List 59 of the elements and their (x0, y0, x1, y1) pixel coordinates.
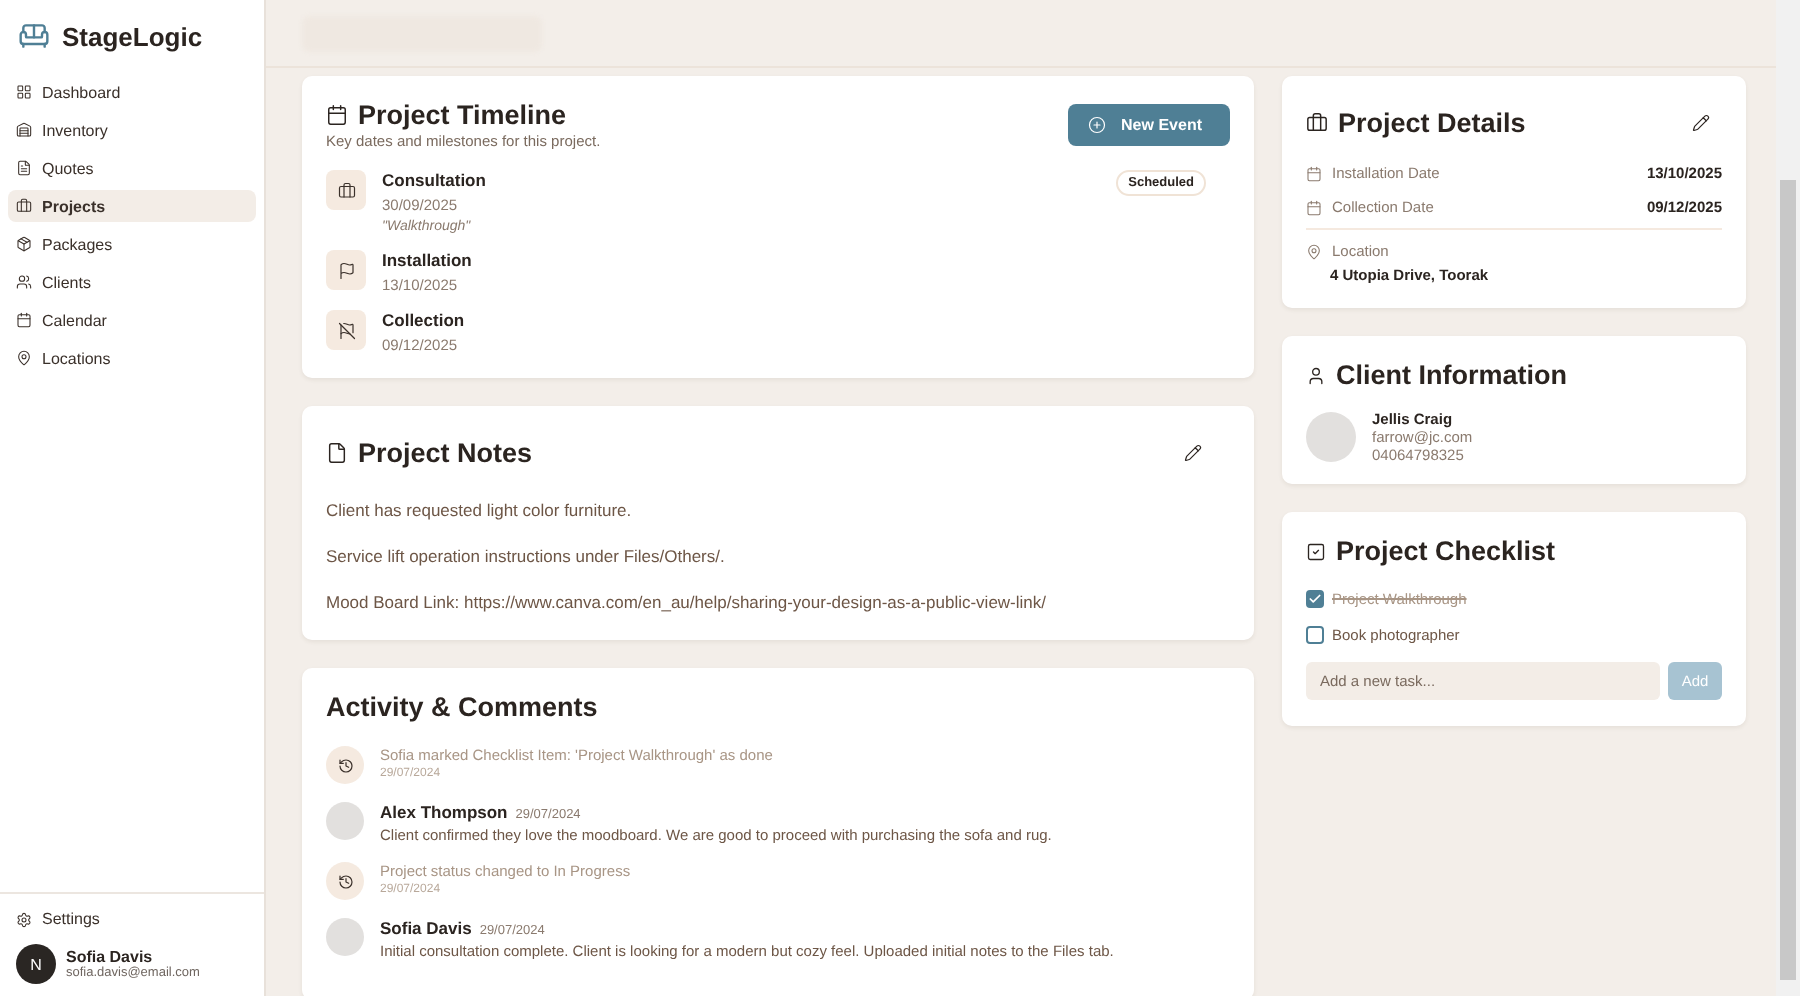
sofa-icon (18, 20, 50, 52)
nav-item[interactable]: Inventory (8, 114, 256, 146)
card-title: Project Timeline (358, 100, 567, 130)
calendar-icon (1306, 199, 1322, 215)
flag-icon (326, 250, 366, 290)
note-text: Client has requested light color furniture. (326, 500, 634, 520)
event-title: Collection (382, 310, 467, 330)
card-title: Client Information (1336, 360, 1567, 390)
location-icon (16, 350, 32, 366)
card-title: Project Checklist (1336, 536, 1556, 566)
edit-icon[interactable] (1692, 114, 1710, 132)
location-icon (1306, 243, 1322, 259)
grid-icon (16, 84, 32, 100)
event-title: Installation (382, 250, 474, 270)
settings-icon (16, 911, 32, 927)
document-icon (16, 160, 32, 176)
crossed-flag-icon (326, 310, 366, 350)
history-icon (326, 862, 364, 900)
calendar-icon (326, 104, 348, 126)
settings-link[interactable]: Settings (16, 910, 248, 928)
user-avatar: N (16, 944, 56, 984)
scrollbar[interactable] (1776, 0, 1800, 996)
comment-avatar (326, 918, 364, 956)
comment-author: Alex Thompson (380, 802, 508, 822)
user-icon (1306, 365, 1326, 385)
nav-item[interactable]: Calendar (8, 304, 256, 336)
comment-avatar (326, 802, 364, 840)
comment-author: Sofia Davis (380, 918, 472, 938)
nav-item[interactable]: Quotes (8, 152, 256, 184)
card-title: Project Details (1338, 108, 1526, 138)
plus-icon (1087, 116, 1106, 134)
nav-item[interactable]: Projects (8, 190, 256, 222)
event-title: Consultation (382, 170, 488, 190)
checkbox[interactable] (1306, 626, 1324, 644)
warehouse-icon (16, 122, 32, 138)
brand-name: StageLogic (62, 21, 203, 51)
nav-item[interactable]: Locations (8, 342, 256, 374)
checkbox-icon (1306, 541, 1326, 561)
note-text: Service lift operation instructions under Files/Others/. (326, 546, 727, 566)
document-icon (326, 442, 348, 464)
people-icon (16, 274, 32, 290)
nav-item[interactable]: Clients (8, 266, 256, 298)
box-icon (16, 236, 32, 252)
calendar-icon (16, 312, 32, 328)
new-event-button[interactable]: New Event (1067, 104, 1230, 146)
checkbox[interactable] (1306, 590, 1324, 608)
card-title: Activity & Comments (326, 692, 600, 722)
nav-item[interactable]: Dashboard (8, 76, 256, 108)
history-icon (326, 746, 364, 784)
calendar-icon (1306, 165, 1322, 181)
briefcase-icon (16, 198, 32, 214)
note-text: Mood Board Link: https://www.canva.com/en_au/help/sharing-your-design-as-a-public-view-link/ (326, 592, 1049, 612)
card-title: Project Notes (358, 438, 533, 468)
client-avatar (1306, 412, 1356, 462)
user-name: Sofia Davis (66, 948, 155, 966)
nav-item[interactable]: Packages (8, 228, 256, 260)
briefcase-icon (326, 170, 366, 210)
edit-icon[interactable] (1184, 444, 1202, 462)
briefcase-icon (1306, 112, 1328, 134)
